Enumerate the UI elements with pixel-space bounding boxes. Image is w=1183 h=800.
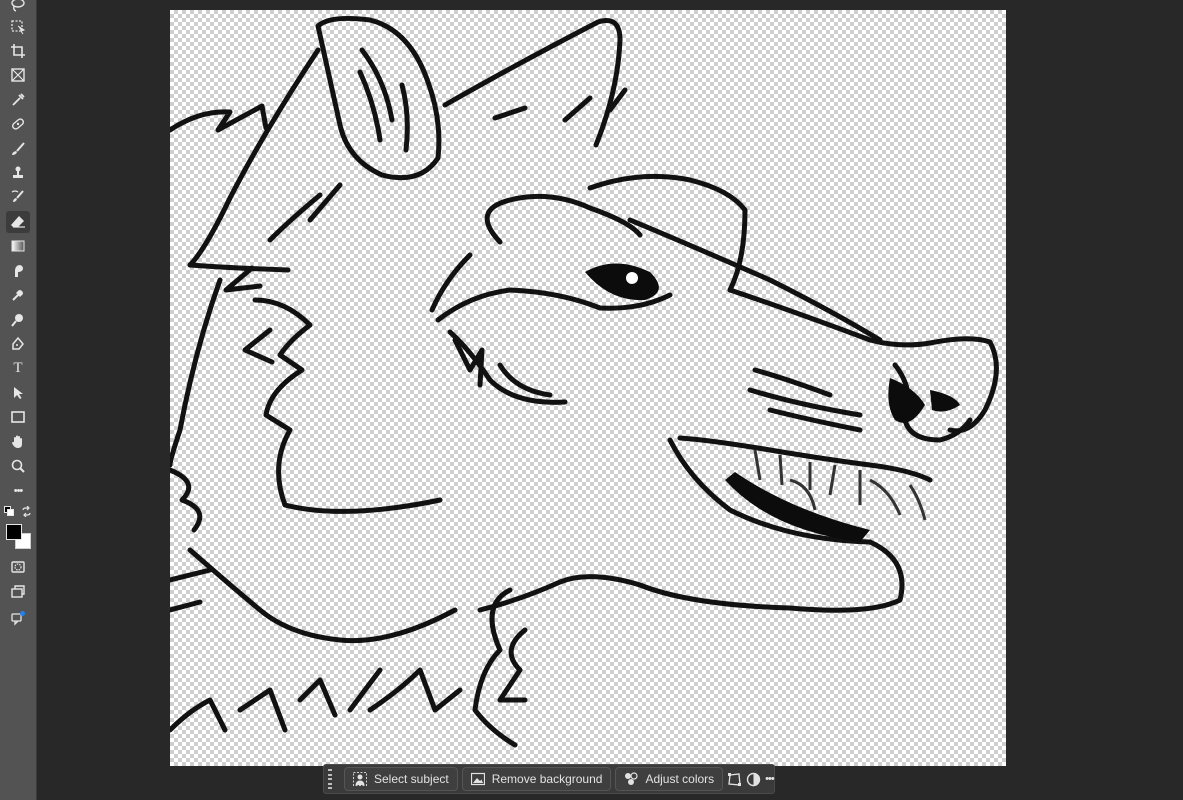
eraser-icon <box>11 216 25 228</box>
document-canvas[interactable] <box>170 10 1006 766</box>
foreground-color-swatch[interactable] <box>6 524 22 540</box>
brush-tool[interactable] <box>6 138 30 160</box>
spot-healing-tool[interactable] <box>6 113 30 135</box>
default-colors-icon[interactable] <box>4 506 14 516</box>
eyedropper-icon <box>12 93 25 106</box>
quick-mask-button[interactable] <box>6 556 30 578</box>
object-selection-tool[interactable] <box>6 16 30 38</box>
adjust-colors-button[interactable]: Adjust colors <box>615 767 724 791</box>
lasso-tool[interactable] <box>6 0 30 16</box>
more-tools-icon: ••• <box>13 484 24 497</box>
hand-icon <box>12 435 22 448</box>
zoom-icon <box>11 459 25 473</box>
share-icon <box>11 611 25 626</box>
tools-panel: T ••• <box>0 0 37 800</box>
eyedropper-tool[interactable] <box>6 89 30 111</box>
image-icon <box>470 772 485 786</box>
more-options-icon: ••• <box>765 773 775 785</box>
adjustment-layer-button[interactable] <box>746 768 761 790</box>
transform-button[interactable] <box>727 768 742 790</box>
more-tools-button[interactable]: ••• <box>6 480 30 502</box>
object-selection-icon <box>11 20 26 35</box>
half-circle-icon <box>746 772 761 786</box>
brush-icon <box>12 142 25 155</box>
transform-icon <box>728 772 742 786</box>
hand-tool[interactable] <box>6 431 30 453</box>
smudge-tool[interactable] <box>6 260 30 282</box>
contextual-taskbar: Select subject Remove background Adjust … <box>323 764 775 794</box>
clone-stamp-tool[interactable] <box>6 162 30 184</box>
burn-icon <box>11 314 23 327</box>
wolf-line-art <box>170 16 999 748</box>
remove-background-button[interactable]: Remove background <box>461 767 612 791</box>
document-workspace: Select subject Remove background Adjust … <box>38 0 1183 800</box>
adjust-colors-label: Adjust colors <box>645 772 715 786</box>
burn-tool[interactable] <box>6 309 30 331</box>
gradient-icon <box>11 240 25 252</box>
crop-tool[interactable] <box>6 40 30 62</box>
rectangle-icon <box>11 411 25 423</box>
lasso-icon <box>11 0 25 12</box>
share-button[interactable] <box>6 607 30 629</box>
select-subject-button[interactable]: Select subject <box>344 767 458 791</box>
path-selection-tool[interactable] <box>6 382 30 404</box>
person-icon <box>353 772 367 786</box>
taskbar-more-button[interactable]: ••• <box>765 768 775 790</box>
swap-colors-icon[interactable] <box>21 506 32 517</box>
spot-healing-icon <box>12 118 24 130</box>
clone-stamp-icon <box>13 166 23 178</box>
adjust-colors-icon <box>625 772 639 785</box>
zoom-tool[interactable] <box>6 455 30 477</box>
dodge-tool[interactable] <box>6 284 30 306</box>
frame-icon <box>11 68 25 82</box>
history-brush-tool[interactable] <box>6 186 30 208</box>
smudge-icon <box>15 265 23 277</box>
pen-icon <box>12 336 24 350</box>
quick-mask-icon <box>11 561 25 573</box>
eraser-tool[interactable] <box>6 211 30 233</box>
type-icon: T <box>13 359 23 376</box>
taskbar-drag-handle[interactable] <box>328 769 332 789</box>
frame-tool[interactable] <box>6 64 30 86</box>
history-brush-icon <box>11 190 24 202</box>
rectangle-tool[interactable] <box>6 406 30 428</box>
remove-background-label: Remove background <box>491 772 603 786</box>
dodge-icon <box>12 290 23 301</box>
path-selection-icon <box>14 387 23 399</box>
crop-icon <box>11 44 25 58</box>
type-tool[interactable]: T <box>6 357 30 379</box>
select-subject-label: Select subject <box>374 772 449 786</box>
gradient-tool[interactable] <box>6 235 30 257</box>
pen-tool[interactable] <box>6 333 30 355</box>
screen-mode-icon <box>11 585 25 598</box>
screen-mode-button[interactable] <box>6 581 30 603</box>
